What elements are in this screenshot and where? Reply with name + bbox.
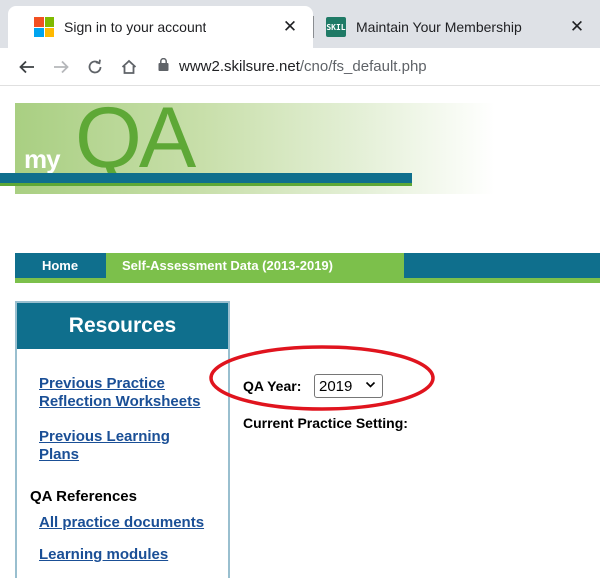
logo-underline-accent — [0, 183, 412, 186]
link-previous-practice-reflection-worksheets[interactable]: Previous Practice Reflection Worksheets — [39, 375, 219, 411]
link-learning-modules[interactable]: Learning modules — [39, 546, 168, 564]
link-all-practice-documents[interactable]: All practice documents — [39, 514, 204, 532]
lock-icon — [158, 57, 169, 76]
close-tab-icon[interactable]: ✕ — [281, 17, 299, 37]
url-text: www2.skilsure.net/cno/fs_default.php — [179, 58, 427, 75]
current-practice-setting-label: Current Practice Setting: — [243, 415, 408, 431]
resources-sidebar: Resources Previous Practice Reflection W… — [15, 301, 230, 578]
microsoft-logo-icon — [34, 17, 54, 37]
tab-maintain-membership[interactable]: SKIL Maintain Your Membership ✕ — [316, 6, 600, 48]
url-host: www2.skilsure.net — [179, 58, 300, 75]
nav-underline — [15, 278, 600, 283]
logo-underline-bar — [0, 173, 412, 183]
skilsure-favicon-icon: SKIL — [326, 17, 346, 37]
close-tab-icon[interactable]: ✕ — [568, 17, 586, 37]
back-arrow-icon[interactable] — [10, 52, 44, 82]
url-path: /cno/fs_default.php — [299, 58, 427, 75]
reload-icon[interactable] — [78, 52, 112, 82]
link-previous-learning-plans[interactable]: Previous Learning Plans — [39, 428, 199, 464]
home-icon[interactable] — [112, 52, 146, 82]
tab-sign-in[interactable]: Sign in to your account ✕ — [8, 6, 313, 48]
tab-divider — [313, 16, 314, 38]
sidebar-title: Resources — [17, 303, 228, 349]
browser-tab-strip: Sign in to your account ✕ SKIL Maintain … — [0, 0, 600, 48]
browser-toolbar: www2.skilsure.net/cno/fs_default.php — [0, 48, 600, 86]
logo-qa-text: QA — [75, 103, 196, 186]
red-highlight-ellipse — [209, 345, 435, 411]
tab-title: Maintain Your Membership — [356, 19, 522, 35]
nav-tab-home[interactable]: Home — [20, 253, 100, 278]
logo-my-text: my — [24, 144, 61, 174]
qa-references-heading: QA References — [30, 488, 137, 505]
tab-title: Sign in to your account — [64, 19, 207, 35]
nav-tab-self-assessment[interactable]: Self-Assessment Data (2013-2019) — [106, 253, 404, 278]
forward-arrow-icon[interactable] — [44, 52, 78, 82]
address-bar[interactable]: www2.skilsure.net/cno/fs_default.php — [158, 52, 600, 82]
